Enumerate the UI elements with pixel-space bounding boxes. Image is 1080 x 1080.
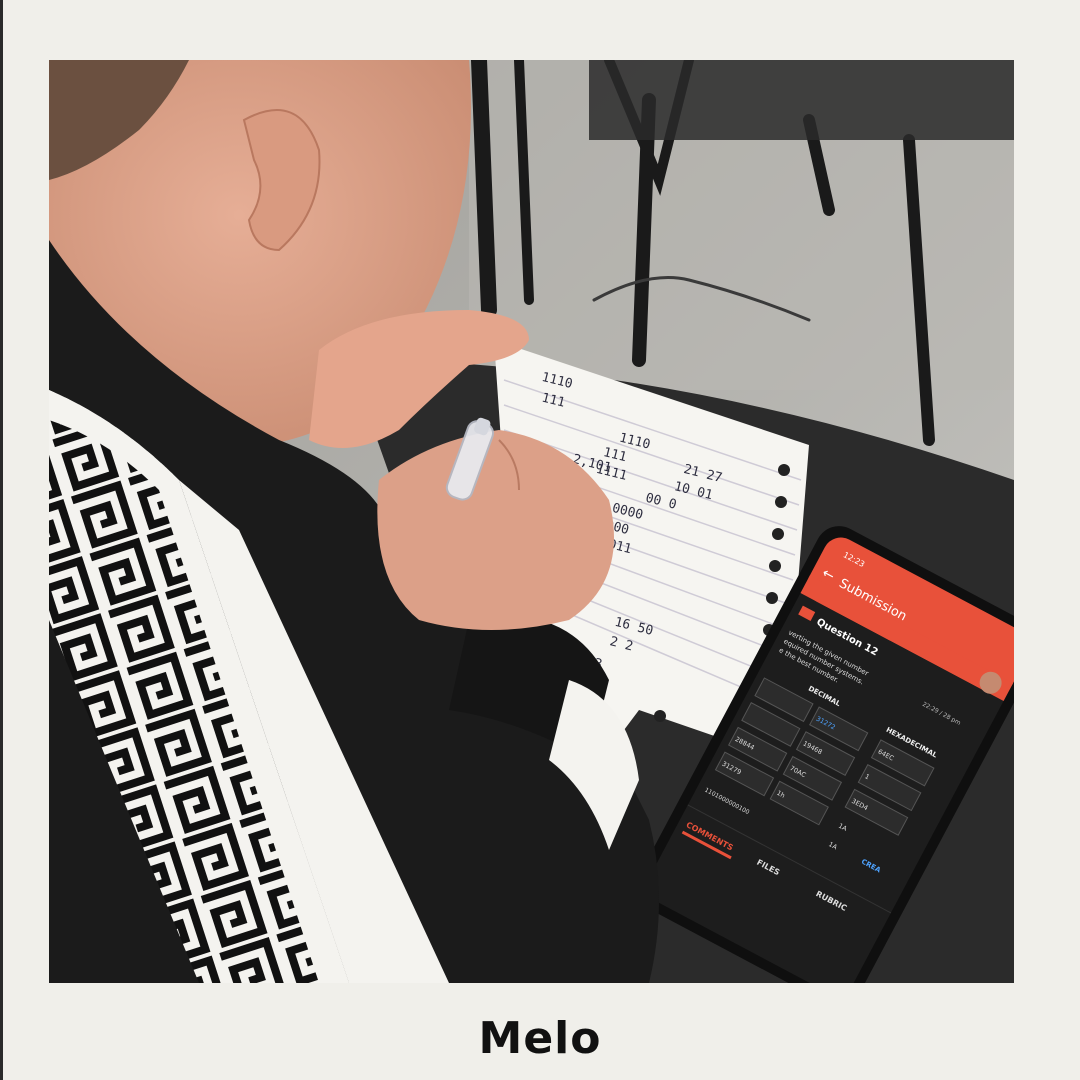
- photo: 1110 111 1110 111 1111 2,101 21 27 10 01…: [49, 60, 1014, 983]
- frame-left-edge: [0, 0, 3, 1080]
- caption: Melo: [478, 1013, 602, 1064]
- photo-scene: 1110 111 1110 111 1111 2,101 21 27 10 01…: [49, 60, 1014, 983]
